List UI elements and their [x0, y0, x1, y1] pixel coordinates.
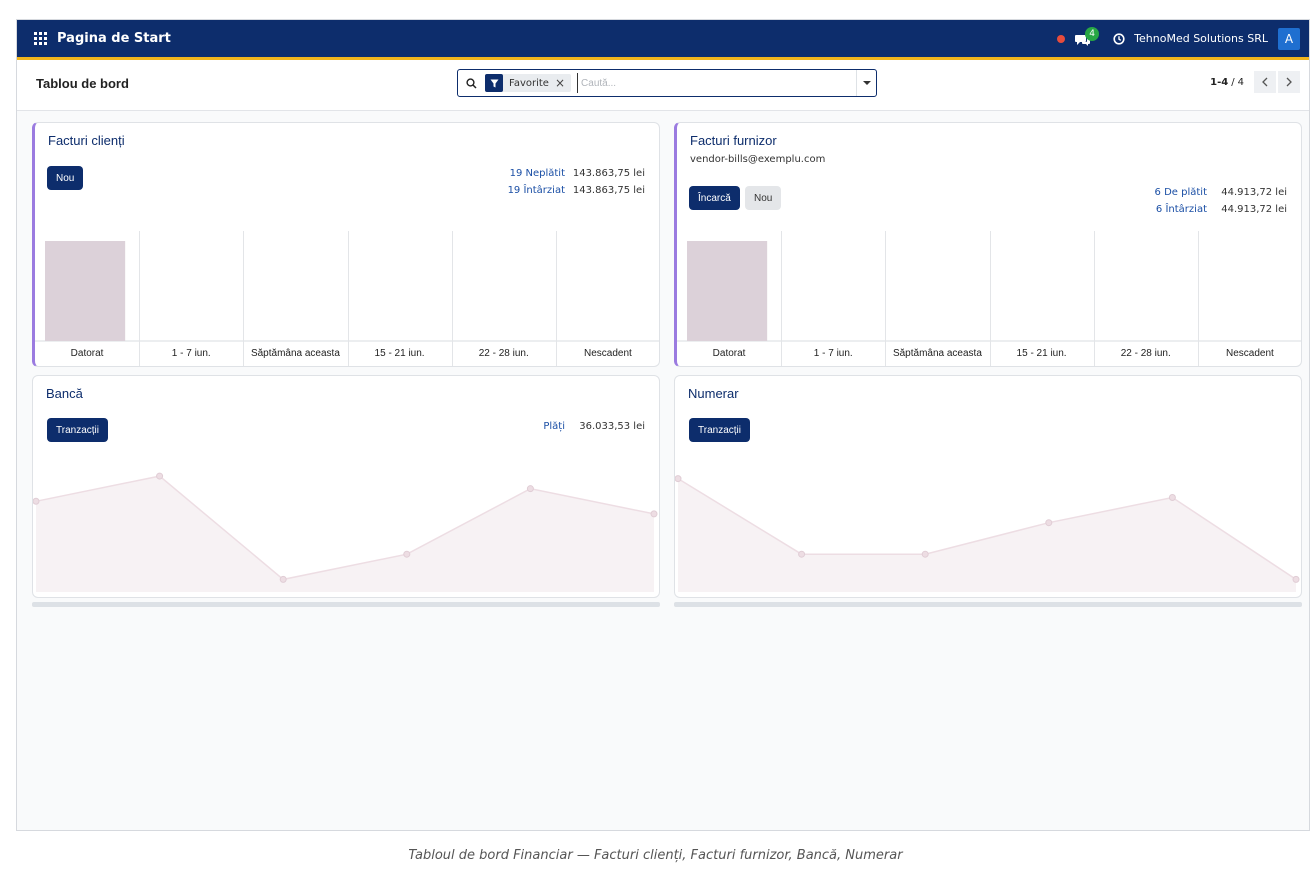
data-point-1	[156, 472, 164, 480]
x-tick-label: Săptămâna aceasta	[251, 348, 340, 359]
x-tick-label: Săptămâna aceasta	[893, 348, 982, 359]
chevron-right-icon	[1286, 77, 1292, 87]
bank-card: Bancă Tranzacții Plăți 36.033,53 lei	[32, 375, 660, 598]
bank-card-scrollbar	[32, 602, 660, 607]
pager-previous-button[interactable]	[1254, 71, 1276, 93]
data-point-2	[921, 550, 929, 558]
cash-balance-chart[interactable]	[675, 376, 1301, 597]
control-panel: Tablou de bord Favorite × 1-4	[17, 60, 1309, 111]
x-tick-label: Nescadent	[584, 348, 632, 359]
figure-caption: Tabloul de bord Financiar — Facturi clie…	[408, 848, 903, 863]
x-tick-label: 22 - 28 iun.	[1121, 348, 1171, 359]
app-window: Pagina de Start 4 TehnoMed Solutions SRL…	[16, 19, 1310, 831]
user-avatar[interactable]: A	[1278, 27, 1300, 50]
x-tick-label: 15 - 21 iun.	[375, 348, 425, 359]
favorite-filter-facet: Favorite ×	[485, 74, 572, 92]
data-point-5	[650, 510, 658, 518]
data-point-0	[675, 475, 682, 483]
data-point-3	[403, 550, 411, 558]
bar-0	[45, 241, 126, 341]
caret-down-icon	[862, 81, 871, 85]
x-tick-label: Datorat	[71, 348, 104, 359]
chevron-left-icon	[1262, 77, 1268, 87]
pager-value[interactable]: 1-4	[1210, 77, 1228, 88]
home-menu[interactable]: Pagina de Start	[34, 31, 171, 46]
facet-label: Favorite	[509, 77, 549, 89]
bills-bar-chart[interactable]: Datorat 1 - 7 iun. Săptămâna aceasta 15 - 2…	[677, 123, 1302, 366]
pager-separator: /	[1231, 76, 1235, 88]
data-point-2	[279, 575, 287, 583]
data-point-1	[798, 550, 806, 558]
x-tick-label: 1 - 7 iun.	[172, 348, 211, 359]
search-options-toggle[interactable]	[856, 70, 876, 96]
data-point-5	[1292, 575, 1300, 583]
x-tick-label: 1 - 7 iun.	[814, 348, 853, 359]
area-fill	[36, 476, 654, 592]
company-switcher[interactable]: TehnoMed Solutions SRL	[1134, 32, 1268, 45]
pager-next-button[interactable]	[1278, 71, 1300, 93]
cash-card-scrollbar	[674, 602, 1302, 607]
search-bar: Favorite ×	[457, 69, 877, 97]
navbar-systray: 4 TehnoMed Solutions SRL A	[1057, 20, 1300, 57]
app-grid-icon[interactable]	[34, 32, 47, 45]
data-point-3	[1045, 519, 1053, 527]
bar-0	[687, 241, 768, 341]
x-tick-label: Datorat	[713, 348, 746, 359]
customer-invoices-card: Facturi clienți Nou 19 Neplătit 143.863,…	[32, 122, 660, 367]
breadcrumb: Tablou de bord	[36, 76, 129, 91]
data-point-0	[33, 497, 40, 505]
data-point-4	[526, 485, 534, 493]
x-tick-label: Nescadent	[1226, 348, 1274, 359]
pager: 1-4 / 4	[1210, 71, 1300, 93]
pager-total: 4	[1237, 76, 1244, 88]
search-icon[interactable]	[466, 77, 477, 89]
remove-facet-icon[interactable]: ×	[555, 76, 571, 90]
clock-icon[interactable]	[1113, 32, 1125, 45]
bank-balance-chart[interactable]	[33, 376, 659, 597]
top-navbar: Pagina de Start 4 TehnoMed Solutions SRL…	[17, 20, 1309, 60]
messages-button[interactable]: 4	[1075, 26, 1100, 47]
filter-icon	[485, 74, 503, 92]
app-title[interactable]: Pagina de Start	[57, 31, 171, 46]
search-input[interactable]	[577, 73, 856, 93]
x-tick-label: 22 - 28 iun.	[479, 348, 529, 359]
vendor-bills-card: Facturi furnizor vendor-bills@exemplu.co…	[674, 122, 1302, 367]
status-dot-icon[interactable]	[1057, 34, 1066, 43]
messages-count-badge: 4	[1085, 26, 1100, 41]
invoices-bar-chart[interactable]: Datorat 1 - 7 iun. Săptămâna aceasta 15 - 2…	[35, 123, 660, 366]
x-tick-label: 15 - 21 iun.	[1017, 348, 1067, 359]
data-point-4	[1168, 494, 1176, 501]
cash-card: Numerar Tranzacții	[674, 375, 1302, 598]
